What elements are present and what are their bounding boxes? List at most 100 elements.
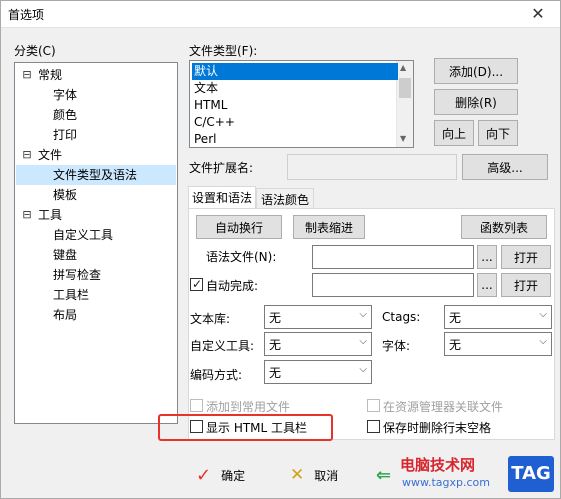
function-list-button[interactable]: 函数列表 [461, 215, 547, 239]
chevron-down-icon: ⌵ [359, 336, 367, 347]
custom-tool-label: 自定义工具: [190, 339, 255, 353]
encoding-label: 编码方式: [190, 368, 243, 382]
explorer-assoc-checkbox[interactable] [367, 399, 380, 412]
ok-label: 确定 [221, 469, 246, 483]
checkmark-icon: ✓ [196, 465, 212, 486]
filetypes-label: 文件类型(F): [189, 44, 258, 58]
tree-item[interactable]: 打印 [16, 125, 176, 145]
tree-item[interactable]: ⊟ 文件 [16, 145, 176, 165]
check-icon: ✓ [192, 277, 203, 291]
tree-item-label: 文件类型及语法 [53, 168, 138, 182]
syntax-file-field[interactable] [312, 245, 474, 269]
chevron-down-icon: ⌵ [359, 364, 367, 375]
encoding-value: 无 [269, 365, 282, 380]
filetypes-list[interactable]: ▲ ▼ 默认 文本 HTML C/C++ Perl [189, 60, 414, 148]
tree-item[interactable]: 字体 [16, 85, 176, 105]
tree-item[interactable]: 文件类型及语法 [16, 165, 176, 185]
syntax-file-label: 语法文件(N): [206, 250, 277, 264]
tree-item-label: 工具 [38, 208, 63, 222]
ctags-value: 无 [449, 310, 462, 325]
chevron-down-icon: ⌵ [359, 309, 367, 320]
arrow-icon: ⇐ [376, 465, 392, 486]
filetypes-scrollbar[interactable]: ▲ ▼ [396, 61, 413, 147]
tree-item[interactable]: 自定义工具 [16, 225, 176, 245]
help-button[interactable]: ⇐ [376, 465, 391, 486]
collapse-icon[interactable]: ⊟ [22, 205, 32, 225]
category-tree[interactable]: ⊟ 常规字体颜色打印 ⊟ 文件文件类型及语法 模板 ⊟ 工具自定义工具键盘拼写检查工具栏布局 [14, 62, 178, 424]
tree-item[interactable]: ⊟ 工具 [16, 205, 176, 225]
tree-item-label: 自定义工具 [53, 228, 114, 242]
cancel-label: 取消 [314, 468, 339, 483]
extension-label: 文件扩展名: [189, 161, 254, 175]
title-bar: 首选项 ✕ [0, 0, 561, 28]
font-select[interactable]: 无 ⌵ [444, 332, 552, 356]
category-label: 分类(C) [14, 44, 56, 58]
filetype-item[interactable]: HTML [192, 97, 398, 114]
move-up-button[interactable]: 向上 [434, 120, 474, 146]
advanced-button[interactable]: 高级... [462, 154, 548, 180]
filetype-item[interactable]: C/C++ [192, 114, 398, 131]
watermark-brand: 电脑技术网 [400, 456, 476, 474]
filetype-item[interactable]: 文本 [192, 80, 398, 97]
ctags-select[interactable]: 无 ⌵ [444, 305, 552, 329]
ctags-label: Ctags: [382, 310, 421, 324]
filetype-item[interactable]: 默认 [192, 63, 398, 80]
tree-item-label: 文件 [38, 148, 63, 162]
extension-field[interactable] [287, 154, 457, 180]
tree-item[interactable]: 颜色 [16, 105, 176, 125]
tree-item[interactable]: 模板 [16, 185, 176, 205]
word-wrap-button[interactable]: 自动换行 [196, 215, 282, 239]
tree-item-label: 字体 [53, 88, 78, 102]
tree-item-label: 键盘 [53, 248, 78, 262]
tree-item-label: 模板 [53, 188, 78, 202]
custom-tool-select[interactable]: 无 ⌵ [264, 332, 372, 356]
library-select[interactable]: 无 ⌵ [264, 305, 372, 329]
font-value: 无 [449, 337, 462, 352]
window-title: 首选项 [8, 8, 45, 22]
tree-item-label: 布局 [53, 308, 78, 322]
autocomplete-field[interactable] [312, 273, 474, 297]
library-label: 文本库: [190, 312, 231, 326]
scroll-up-icon[interactable]: ▲ [400, 63, 406, 72]
tree-item[interactable]: 布局 [16, 305, 176, 325]
tree-item[interactable]: 工具栏 [16, 285, 176, 305]
highlight-box [158, 414, 333, 441]
tree-item[interactable]: 键盘 [16, 245, 176, 265]
scroll-thumb[interactable] [399, 78, 411, 98]
autocomplete-browse-button[interactable]: ... [477, 273, 497, 297]
tree-item-label: 打印 [53, 128, 78, 142]
encoding-select[interactable]: 无 ⌵ [264, 360, 372, 384]
autocomplete-open-button[interactable]: 打开 [501, 273, 551, 297]
chevron-down-icon: ⌵ [539, 336, 547, 347]
library-value: 无 [269, 310, 282, 325]
syntax-open-button[interactable]: 打开 [501, 245, 551, 269]
scroll-down-icon[interactable]: ▼ [400, 134, 406, 143]
cancel-button[interactable]: ✕ 取消 [290, 465, 338, 485]
add-common-checkbox[interactable] [190, 399, 203, 412]
close-icon[interactable]: ✕ [515, 0, 561, 28]
tree-item[interactable]: 拼写检查 [16, 265, 176, 285]
syntax-browse-button[interactable]: ... [477, 245, 497, 269]
tab-settings-syntax[interactable]: 设置和语法 [188, 186, 256, 210]
tree-item[interactable]: ⊟ 常规 [16, 65, 176, 85]
tab-syntax-colors[interactable]: 语法颜色 [256, 188, 314, 210]
move-down-button[interactable]: 向下 [478, 120, 518, 146]
delete-filetype-button[interactable]: 删除(R) [434, 89, 518, 115]
watermark: 电脑技术网 www.tagxp.com TAG [398, 452, 558, 496]
cross-icon: ✕ [290, 465, 305, 485]
ok-button[interactable]: ✓ 确定 [196, 465, 245, 486]
collapse-icon[interactable]: ⊟ [22, 145, 32, 165]
custom-tool-value: 无 [269, 337, 282, 352]
collapse-icon[interactable]: ⊟ [22, 65, 32, 85]
trim-whitespace-checkbox[interactable] [367, 420, 380, 433]
watermark-url: www.tagxp.com [402, 476, 490, 489]
tree-item-label: 常规 [38, 68, 63, 82]
tree-item-label: 工具栏 [53, 288, 90, 302]
autocomplete-checkbox[interactable]: ✓ [190, 277, 203, 291]
tree-item-label: 拼写检查 [53, 268, 102, 282]
tab-indent-button[interactable]: 制表缩进 [293, 215, 365, 239]
filetype-item[interactable]: Perl [192, 131, 398, 147]
watermark-logo: TAG [508, 456, 554, 492]
chevron-down-icon: ⌵ [539, 309, 547, 320]
add-filetype-button[interactable]: 添加(D)... [434, 58, 518, 84]
